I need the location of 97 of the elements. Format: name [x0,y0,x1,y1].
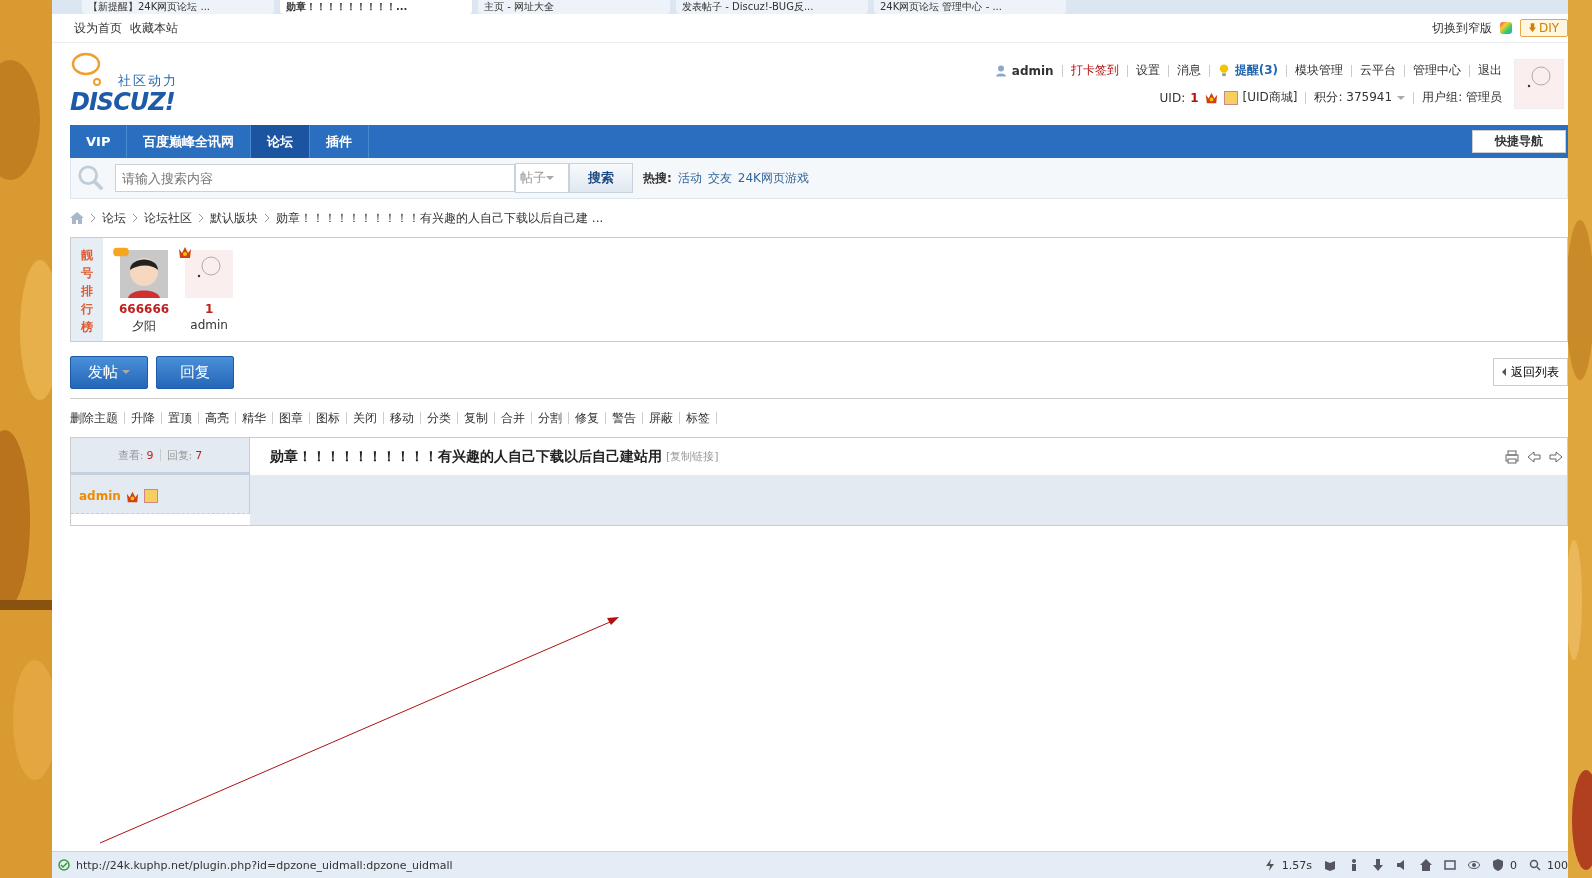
user-menu-link[interactable]: 退出 [1478,62,1502,79]
user-icon [994,64,1007,77]
topbar-link[interactable]: 收藏本站 [130,19,178,37]
ranking-username[interactable]: 夕阳 [132,318,157,335]
browser-tab[interactable]: 【新提醒】24K网页论坛 ... [82,0,274,14]
mod-tool-link[interactable]: 屏蔽 [649,409,673,427]
nav-item[interactable]: 论坛 [251,125,311,158]
mod-tool-link[interactable]: 修复 [575,409,599,427]
zoom-level: 100 [1547,858,1568,872]
check-icon [58,859,70,871]
hot-search-link[interactable]: 24K网页游戏 [737,169,809,187]
ranking-number[interactable]: 666666 [119,302,170,316]
chevron-right-icon [132,213,138,223]
mod-tool-link[interactable]: 精华 [242,409,266,427]
mod-tool-link[interactable]: 移动 [390,409,414,427]
ranking-title: 靓号排行榜 [71,238,103,341]
breadcrumb-link[interactable]: 论坛社区 [144,209,192,227]
user-menu-link[interactable]: 云平台 [1360,62,1396,79]
search-button[interactable]: 搜索 [569,163,633,193]
username-link[interactable]: admin [1011,63,1054,78]
book-icon[interactable] [1324,859,1336,871]
badge-icon [112,246,131,258]
views-label: 查看: [117,447,144,463]
uid-shop-link[interactable]: [UID商城] [1242,89,1298,106]
zoom-icon[interactable] [1529,859,1541,871]
browser-tab[interactable]: 24K网页论坛 管理中心 - ... [874,0,1066,14]
user-menu-link[interactable]: 模块管理 [1295,62,1343,79]
user-menu-link[interactable]: 设置 [1135,62,1160,79]
eye-icon[interactable] [1468,859,1480,871]
uid-value: 1 [1190,90,1199,105]
logo-text[interactable]: DISCUZ! [70,88,175,116]
chevron-right-icon [264,213,270,223]
views-count: 9 [146,448,154,462]
user-group: 用户组: 管理员 [1422,89,1502,106]
mod-tool-link[interactable]: 图标 [316,409,340,427]
lightning-icon[interactable] [1263,859,1276,871]
user-menu-link[interactable]: 提醒(3) [1234,62,1278,79]
reply-button[interactable]: 回复 [156,355,234,389]
mod-tool-link[interactable]: 复制 [464,409,488,427]
home-icon[interactable] [1420,859,1432,871]
print-icon[interactable] [1505,449,1519,464]
breadcrumb-link[interactable]: 默认版块 [210,209,258,227]
mod-tool-link[interactable]: 警告 [612,409,636,427]
mod-tool-link[interactable]: 高亮 [205,409,229,427]
mod-tool-link[interactable]: 合并 [501,409,525,427]
browser-tab[interactable]: 发表帖子 - Discuz!-BUG反... [676,0,868,14]
ranking-number[interactable]: 1 [204,302,214,316]
back-to-list-button[interactable]: 返回列表 [1493,358,1568,386]
thread-title: 勋章！！！！！！！！！！有兴趣的人自己下载以后自己建站用 [270,447,662,466]
user-menu-link[interactable]: 消息 [1176,62,1201,79]
mod-tool-link[interactable]: 分类 [427,409,451,427]
mod-tool-link[interactable]: 置顶 [168,409,192,427]
ranking-username[interactable]: admin [190,318,228,332]
uid-label: UID: [1159,90,1186,105]
palette-icon[interactable] [1499,22,1512,34]
search-icon [77,164,105,192]
arrow-left-icon[interactable] [1527,449,1541,464]
user-menu-link[interactable]: 管理中心 [1413,62,1461,79]
window-icon[interactable] [1444,859,1456,871]
logo-tagline: 社区动力 [118,72,178,90]
mod-tool-link[interactable]: 标签 [686,409,710,427]
browser-tab[interactable]: 主页 - 网址大全 [478,0,670,14]
user-menu-link[interactable]: 打卡签到 [1070,62,1119,79]
hot-search-label: 热搜: [643,169,672,187]
year-badge-icon [1223,90,1238,105]
chevron-right-icon [198,213,204,223]
lightbulb-icon [1217,64,1230,77]
blocked-count: 0 [1510,858,1517,872]
avatar-icon[interactable] [120,250,169,298]
load-time: 1.57s [1281,858,1312,872]
quick-nav-button[interactable]: 快捷导航 [1472,130,1566,153]
new-post-button[interactable]: 发帖 [70,355,148,389]
breadcrumb-link[interactable]: 勋章！！！！！！！！！！有兴趣的人自己下载以后自己建 ... [276,209,604,227]
crown-icon [124,489,140,504]
search-field[interactable]: 请输入搜索内容 [115,164,515,192]
topbar-link[interactable]: 设为首页 [74,19,122,37]
mod-tool-link[interactable]: 关闭 [353,409,377,427]
status-url: http://24k.kuphp.net/plugin.php?id=dpzone_uidmall:dpzone_uidmall [76,858,453,872]
mod-tool-link[interactable]: 分割 [538,409,562,427]
browser-tab[interactable]: 勋章！！！！！！！！！... [280,0,472,14]
shield-icon[interactable] [1492,859,1504,871]
hot-search-link[interactable]: 活动 [677,169,702,187]
download-arrow-icon [1528,23,1536,32]
download-icon[interactable] [1372,859,1384,871]
replies-label: 回复: [166,447,193,463]
chevron-right-icon [90,213,96,223]
switch-width-link[interactable]: 切换到窄版 [1431,19,1492,37]
crown-icon [1203,90,1219,105]
mod-tool-link[interactable]: 升降 [131,409,155,427]
credits-link[interactable]: 积分: 375941 [1314,89,1393,106]
mod-tool-link[interactable]: 图章 [279,409,303,427]
year-badge-icon [143,489,158,503]
arrow-right-icon[interactable] [1549,449,1563,464]
breadcrumb-link[interactable]: 论坛 [102,209,126,227]
hot-search-link[interactable]: 交友 [707,169,732,187]
replies-count: 7 [195,448,203,462]
mod-tool-link[interactable]: 删除主题 [70,409,118,427]
